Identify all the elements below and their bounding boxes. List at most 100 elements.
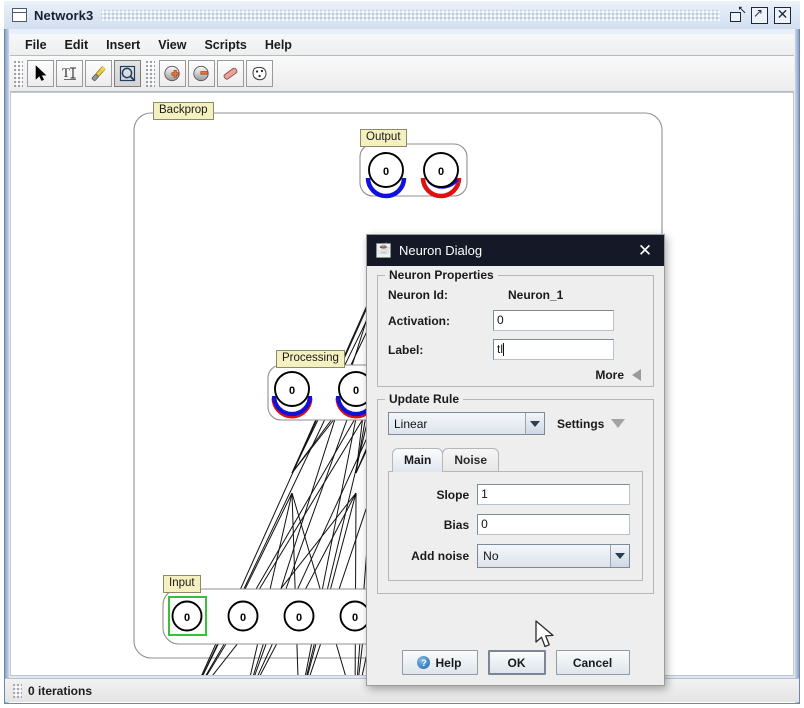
cancel-button-label: Cancel (572, 655, 613, 670)
update-rule-group: Update Rule Linear Settings Main Noise S… (377, 392, 654, 594)
update-rule-title: Update Rule (385, 392, 464, 406)
window-edge-left (5, 5, 9, 703)
window-titlebar[interactable]: Network3 (4, 1, 800, 29)
random-button[interactable] (246, 60, 273, 87)
toolbar: T (10, 56, 794, 92)
svg-text:0: 0 (352, 612, 358, 624)
cancel-button[interactable]: Cancel (555, 650, 630, 675)
svg-text:0: 0 (383, 166, 389, 178)
processing-group-label[interactable]: Processing (276, 350, 345, 368)
eraser-button[interactable] (217, 60, 244, 87)
mouse-cursor-icon (535, 620, 554, 648)
svg-text:0: 0 (289, 385, 295, 397)
bias-row: Bias 0 (399, 514, 630, 535)
neuron-properties-group: Neuron Properties Neuron Id: Neuron_1 Ac… (377, 268, 654, 387)
neuron-id-row: Neuron Id: Neuron_1 (388, 288, 643, 302)
ok-button[interactable]: OK (487, 650, 546, 675)
maximize-button[interactable] (751, 6, 768, 24)
activation-row: Activation: 0 (388, 310, 643, 331)
menu-insert[interactable]: Insert (97, 36, 149, 54)
window-title: Network3 (34, 7, 94, 23)
help-button-label: Help (435, 655, 462, 670)
add-neuron-icon (164, 65, 180, 82)
wand-tool[interactable] (85, 60, 112, 87)
slope-row: Slope 1 (399, 484, 630, 505)
settings-button[interactable]: Settings (557, 416, 626, 431)
backprop-group-label[interactable]: Backprop (153, 102, 214, 120)
activation-input[interactable]: 0 (493, 310, 614, 331)
bias-label: Bias (443, 517, 470, 532)
menu-view[interactable]: View (149, 36, 195, 54)
help-button[interactable]: ? Help (401, 650, 478, 675)
toolbar-grip-1[interactable] (14, 60, 23, 87)
label-label: Label: (388, 342, 424, 357)
slope-label: Slope (436, 487, 470, 502)
toolbar-grip-2[interactable] (146, 60, 155, 87)
java-coffee-icon (376, 242, 391, 258)
output-group-label[interactable]: Output (360, 129, 407, 147)
text-caret (503, 343, 504, 356)
window-icon (12, 8, 27, 22)
statusbar-grip (13, 683, 22, 698)
add-noise-chevron-down-icon (610, 545, 629, 567)
slope-input[interactable]: 1 (477, 484, 630, 505)
more-label: More (595, 368, 624, 382)
svg-text:0: 0 (184, 612, 190, 624)
dialog-close-icon[interactable]: ✕ (632, 238, 658, 264)
add-neuron-button[interactable] (159, 60, 186, 87)
dialog-titlebar[interactable]: Neuron Dialog ✕ (367, 235, 664, 266)
tab-panel-main: Slope 1 Bias 0 Add noise No (388, 471, 643, 581)
menubar: File Edit Insert View Scripts Help (10, 34, 794, 56)
text-tool[interactable]: T (56, 60, 83, 87)
toolbar-group-tools: T (26, 60, 142, 87)
dialog-body: Neuron Properties Neuron Id: Neuron_1 Ac… (367, 266, 664, 594)
dialog-title: Neuron Dialog (399, 243, 483, 258)
label-row: Label: tl (388, 339, 643, 360)
tab-noise[interactable]: Noise (442, 448, 500, 472)
select-arrow-tool[interactable] (27, 60, 54, 87)
update-rule-selected: Linear (394, 416, 428, 431)
zoom-icon (119, 65, 135, 81)
rule-select-row: Linear Settings (388, 412, 643, 435)
add-noise-row: Add noise No (399, 544, 630, 568)
help-icon: ? (417, 656, 431, 669)
dialog-button-row: ? Help OK Cancel (367, 650, 664, 675)
text-tool-icon: T (62, 65, 76, 80)
update-rule-select[interactable]: Linear (388, 412, 545, 435)
svg-text:0: 0 (296, 612, 302, 624)
svg-text:0: 0 (438, 166, 444, 178)
remove-neuron-icon (193, 65, 209, 82)
chevron-down-icon (525, 413, 544, 434)
tab-main[interactable]: Main (392, 448, 444, 472)
menu-scripts[interactable]: Scripts (195, 36, 255, 54)
window-controls (728, 3, 791, 24)
add-noise-label: Add noise (411, 549, 470, 563)
input-group-label[interactable]: Input (163, 575, 201, 593)
menu-help[interactable]: Help (256, 36, 301, 54)
neuron-properties-title: Neuron Properties (385, 268, 498, 282)
cursor-arrow-icon (35, 65, 47, 81)
zoom-tool[interactable] (114, 60, 141, 87)
restore-button[interactable] (728, 3, 746, 24)
label-input[interactable]: tl (493, 339, 614, 360)
settings-label: Settings (557, 416, 605, 431)
rule-tabs: Main Noise (392, 448, 643, 472)
eraser-icon (223, 67, 238, 80)
app-root: Network3 File Edit Insert View Scripts H… (0, 0, 804, 708)
more-row[interactable]: More (388, 368, 643, 382)
bias-input[interactable]: 0 (477, 514, 630, 535)
menu-file[interactable]: File (16, 36, 56, 54)
titlebar-texture (101, 9, 720, 21)
add-noise-select[interactable]: No (477, 544, 630, 568)
settings-chevron-down-icon (611, 419, 626, 428)
magic-wand-icon (91, 65, 106, 81)
ok-button-label: OK (507, 655, 526, 670)
toolbar-group-neurons (158, 60, 274, 87)
menu-edit[interactable]: Edit (56, 36, 98, 54)
activation-label: Activation: (388, 313, 451, 328)
add-noise-value: No (483, 549, 499, 563)
neuron-id-label: Neuron Id: (388, 288, 448, 302)
remove-neuron-button[interactable] (188, 60, 215, 87)
svg-text:T: T (62, 65, 70, 80)
close-button[interactable] (774, 6, 791, 24)
